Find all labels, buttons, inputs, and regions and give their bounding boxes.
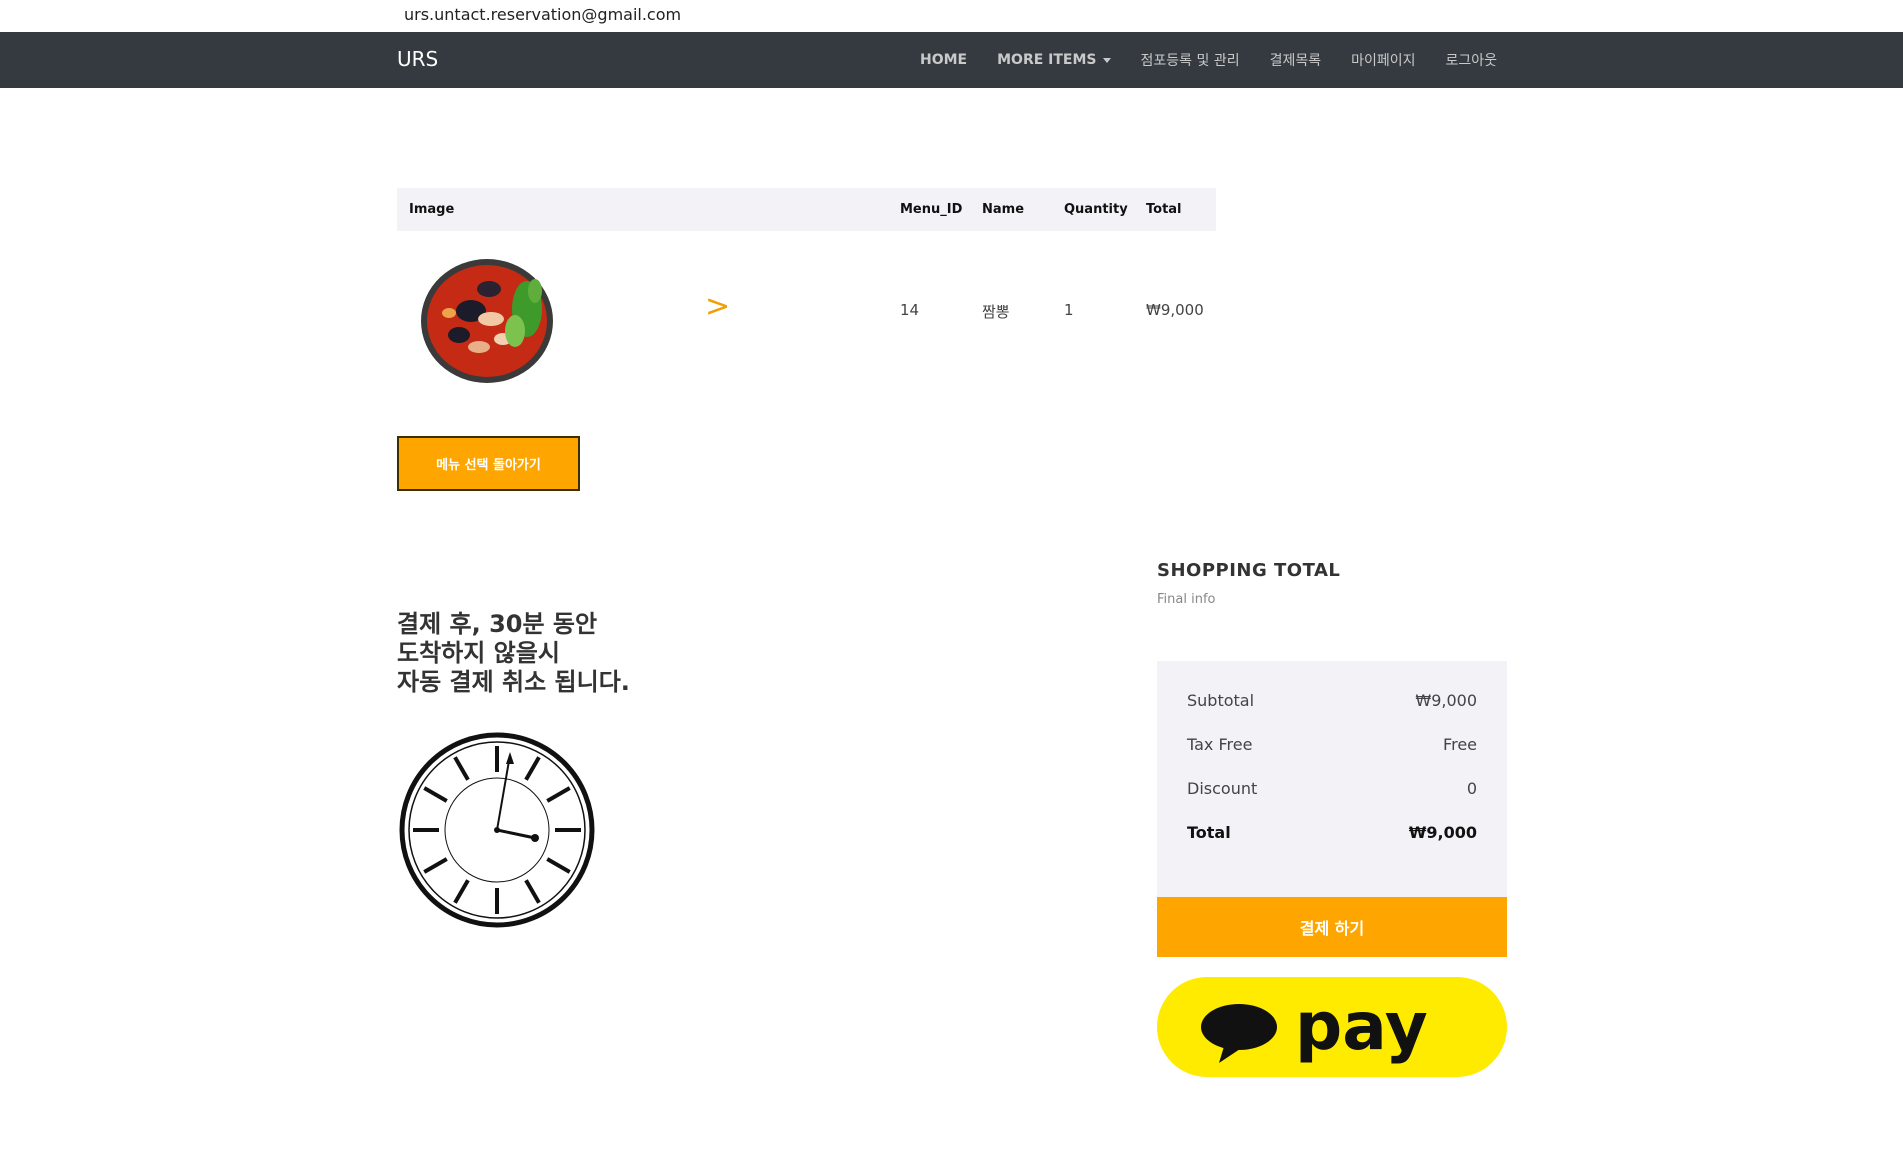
back-to-menu-button[interactable]: 메뉴 선택 돌아가기 (397, 436, 580, 491)
nav-store-management[interactable]: 점포등록 및 관리 (1141, 50, 1240, 70)
nav-menu: HOME MORE ITEMS 점포등록 및 관리 결제목록 마이페이지 로그아… (905, 32, 1512, 88)
summary-tax: Tax Free Free (1187, 735, 1477, 754)
summary-value: ₩9,000 (1408, 823, 1477, 842)
nav-home[interactable]: HOME (920, 52, 967, 68)
contact-email: urs.untact.reservation@gmail.com (404, 5, 682, 24)
summary-total: Total ₩9,000 (1187, 823, 1477, 842)
header-menu-id: Menu_ID (900, 202, 963, 217)
cell-menu-id: 14 (900, 301, 920, 319)
header-name: Name (982, 202, 1025, 217)
header-quantity: Quantity (1064, 202, 1128, 217)
shopping-total-subtitle: Final info (1157, 592, 1216, 607)
summary-value: ₩9,000 (1415, 691, 1477, 710)
pay-button[interactable]: 결제 하기 (1157, 897, 1507, 957)
brand-logo[interactable]: URS (397, 47, 438, 71)
summary-label: Tax Free (1187, 735, 1253, 754)
summary-label: Total (1187, 823, 1231, 842)
header-total: Total (1146, 202, 1182, 217)
navbar: URS HOME MORE ITEMS 점포등록 및 관리 결제목록 마이페이지… (0, 32, 1903, 88)
summary-subtotal: Subtotal ₩9,000 (1187, 691, 1477, 710)
table-header: Image Menu_ID Name Quantity Total (397, 188, 1216, 231)
header-image: Image (409, 202, 455, 217)
speech-bubble-icon (1201, 1004, 1277, 1050)
notice-line-2: 도착하지 않을시 (397, 639, 560, 667)
nav-logout[interactable]: 로그아웃 (1446, 50, 1498, 70)
nav-payment-list[interactable]: 결제목록 (1270, 50, 1322, 70)
notice-line-1: 결제 후, 30분 동안 (397, 610, 598, 638)
jjamppong-image (421, 259, 553, 383)
caret-down-icon (1102, 57, 1111, 63)
chevron-right-icon: > (705, 289, 731, 324)
shopping-total-title: SHOPPING TOTAL (1157, 560, 1341, 581)
cell-quantity: 1 (1064, 301, 1074, 319)
kakao-pay-label: pay (1295, 988, 1428, 1065)
nav-more-items-label: MORE ITEMS (997, 52, 1097, 68)
clock-icon (399, 732, 595, 928)
summary-discount: Discount 0 (1187, 779, 1477, 798)
summary-label: Discount (1187, 779, 1258, 798)
summary-value: 0 (1466, 779, 1477, 798)
notice-line-3: 자동 결제 취소 됩니다. (397, 668, 630, 696)
nav-more-items[interactable]: MORE ITEMS (997, 52, 1111, 68)
payment-notice: 결제 후, 30분 동안 도착하지 않을시 자동 결제 취소 됩니다. (397, 610, 630, 697)
summary-value: Free (1443, 735, 1477, 754)
order-summary: Subtotal ₩9,000 Tax Free Free Discount 0… (1157, 661, 1507, 897)
nav-mypage[interactable]: 마이페이지 (1351, 50, 1415, 70)
cart-table: Image Menu_ID Name Quantity Total > 14 짬… (397, 188, 1216, 403)
summary-label: Subtotal (1187, 691, 1255, 710)
kakao-pay-button[interactable]: pay (1157, 977, 1507, 1077)
table-row: > 14 짬뽕 1 ₩9,000 (397, 231, 1216, 403)
cell-total: ₩9,000 (1146, 301, 1204, 319)
top-bar: urs.untact.reservation@gmail.com (0, 0, 1903, 32)
cell-name: 짬뽕 (982, 303, 1010, 321)
